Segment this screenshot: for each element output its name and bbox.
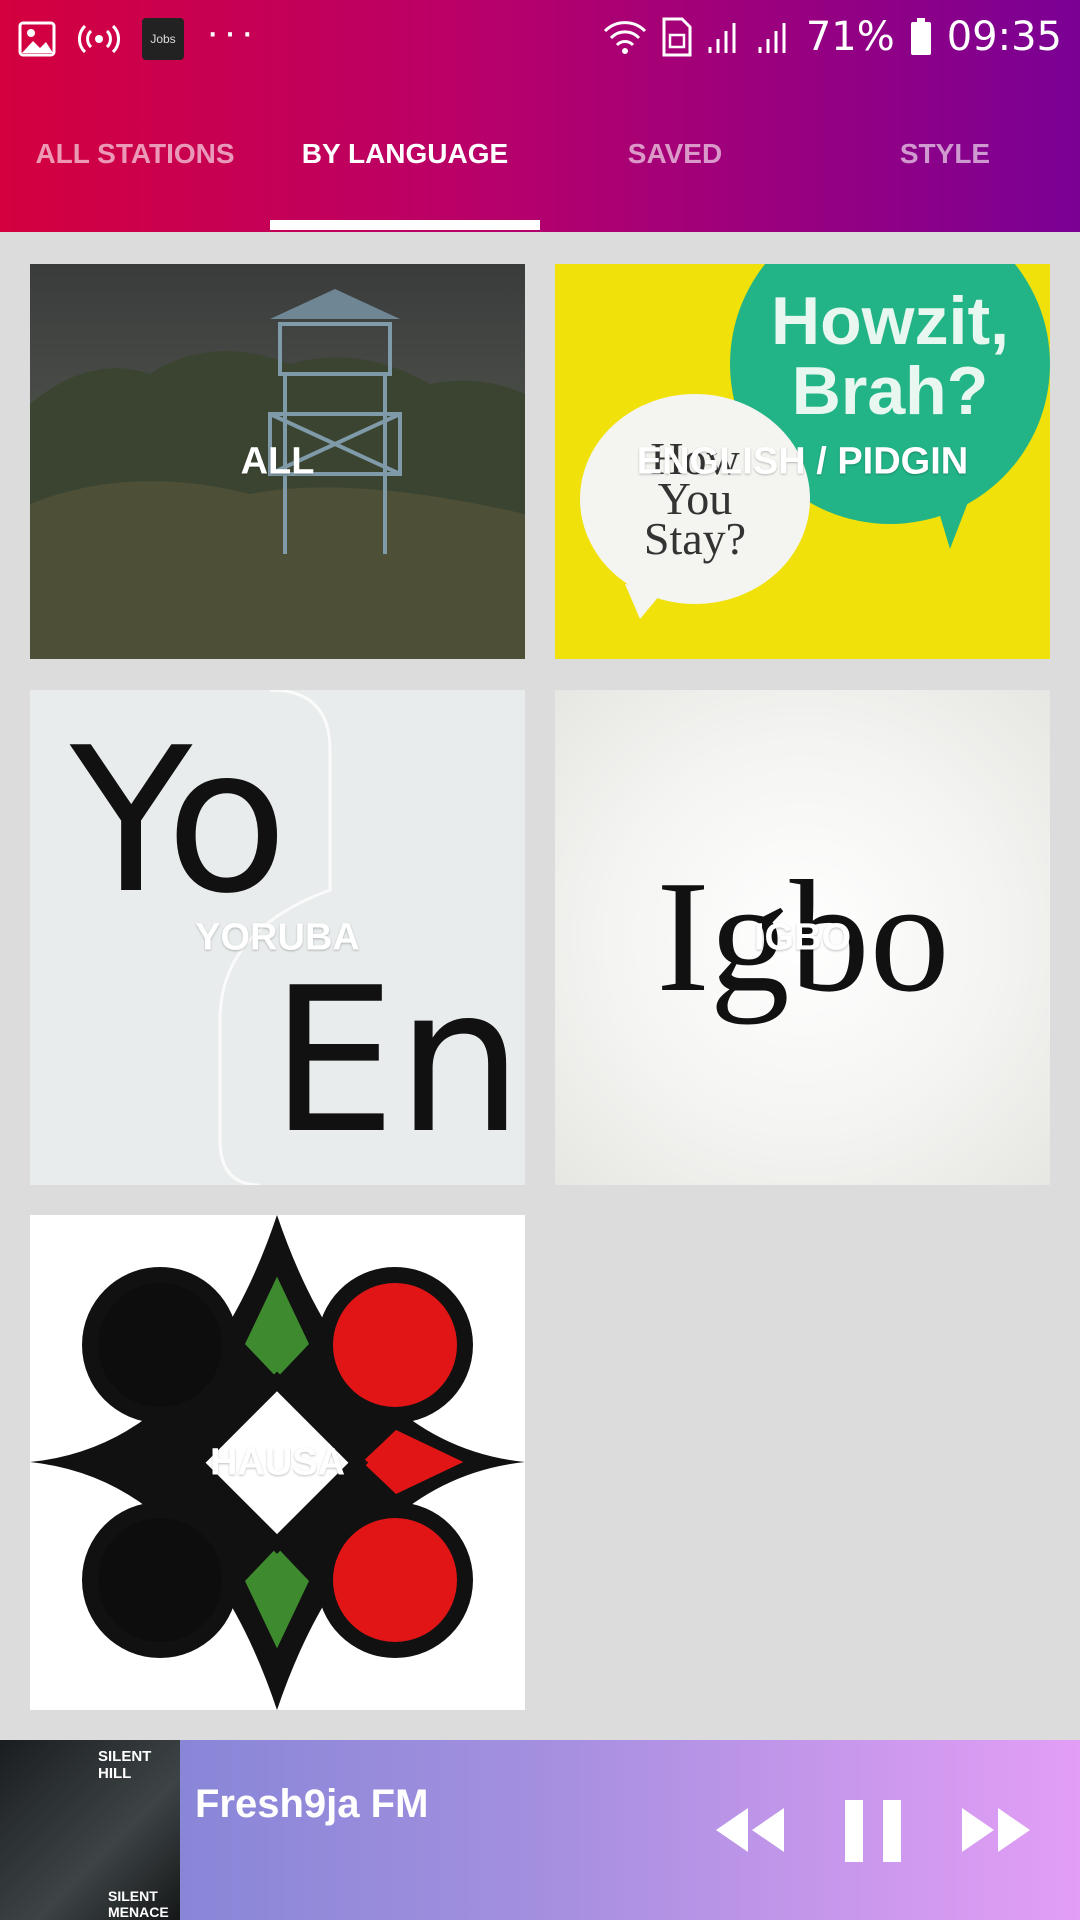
language-label-english-pidgin: ENGLISH / PIDGIN <box>636 440 969 482</box>
en-text: En <box>270 945 523 1178</box>
bubble-text-stay: Stay? <box>644 513 746 564</box>
rewind-icon[interactable] <box>712 1800 788 1860</box>
bubble-text-brah: Brah? <box>792 353 988 429</box>
gallery-icon <box>18 21 56 57</box>
tab-all-stations[interactable]: ALL STATIONS <box>0 100 270 232</box>
wifi-icon <box>603 21 646 54</box>
tab-style[interactable]: STYLE <box>810 100 1080 232</box>
status-bar: Jobs ··· 71% 09:35 <box>0 0 1080 75</box>
language-label-all: ALL <box>240 440 315 482</box>
signal-icon-2 <box>758 23 786 53</box>
album-art: SILENT HILL SILENT MENACE <box>0 1740 180 1920</box>
clock: 09:35 <box>946 14 1062 60</box>
album-text-top: SILENT HILL <box>98 1748 152 1782</box>
tab-by-language[interactable]: BY LANGUAGE <box>270 100 540 232</box>
more-notifications-icon: ··· <box>206 10 258 54</box>
app-header: Jobs ··· 71% 09:35 ALL STATIONS BY LANGU… <box>0 0 1080 232</box>
language-card-english-pidgin[interactable]: Howzit, Brah? How You Stay? ENGLISH / PI… <box>555 264 1050 659</box>
tab-bar: ALL STATIONS BY LANGUAGE SAVED STYLE <box>0 100 1080 232</box>
fast-forward-icon[interactable] <box>958 1800 1034 1860</box>
battery-icon <box>910 18 931 55</box>
language-card-igbo[interactable]: Igbo IGBO <box>555 690 1050 1185</box>
jobs-app-icon: Jobs <box>142 18 184 60</box>
signal-icon-1 <box>708 23 736 53</box>
battery-percent: 71% <box>805 14 895 60</box>
yo-text: Yo <box>69 705 288 938</box>
now-playing-bar[interactable]: SILENT HILL SILENT MENACE Fresh9ja FM <box>0 1740 1080 1920</box>
pause-icon[interactable] <box>845 1800 901 1862</box>
station-name: Fresh9ja FM <box>195 1782 429 1826</box>
language-label-yoruba: YORUBA <box>195 916 360 958</box>
bubble-text-howzit: Howzit, <box>771 283 1009 359</box>
sim-card-icon <box>662 17 692 57</box>
language-label-igbo: IGBO <box>753 916 852 958</box>
language-card-all[interactable]: ALL <box>30 264 525 659</box>
language-card-yoruba[interactable]: Yo En YORUBA <box>30 690 525 1185</box>
language-label-hausa: HAUSA <box>209 1441 346 1483</box>
language-card-hausa[interactable]: HAUSA <box>30 1215 525 1710</box>
album-text-bottom: SILENT MENACE <box>108 1888 169 1920</box>
tab-saved[interactable]: SAVED <box>540 100 810 232</box>
broadcast-icon <box>78 24 120 54</box>
